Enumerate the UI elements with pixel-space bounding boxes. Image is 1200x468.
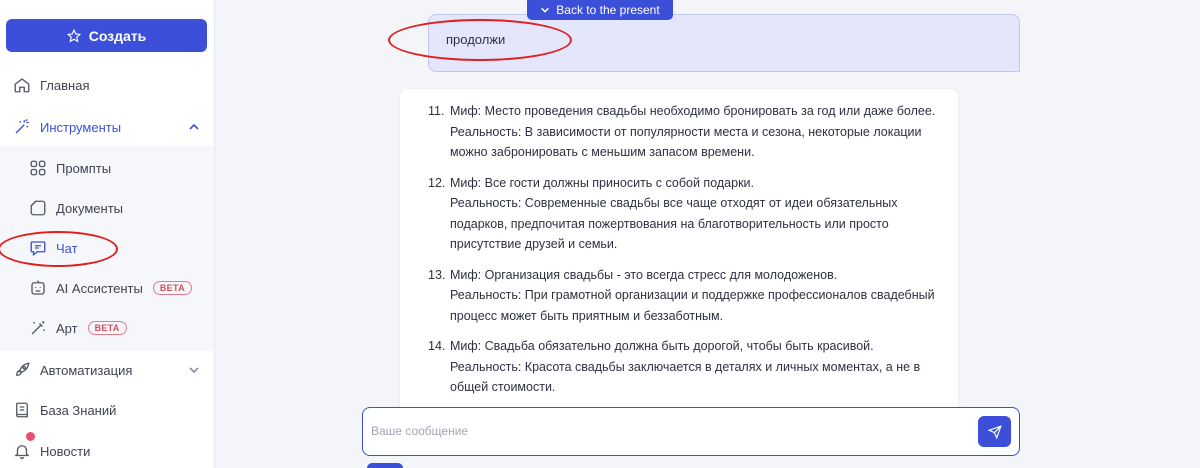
nav-label-automation: Автоматизация <box>40 362 133 378</box>
assistant-message: 11. Миф: Место проведения свадьбы необход… <box>400 89 958 419</box>
nav-item-prompts[interactable]: Промпты <box>0 151 214 185</box>
nav-item-documents[interactable]: Документы <box>0 191 214 225</box>
nav-item-tools[interactable]: Инструменты <box>0 110 214 144</box>
reality-text: Реальность: Современные свадьбы все чаще… <box>450 196 898 251</box>
nav-label-documents: Документы <box>56 200 124 216</box>
list-item: 12. Миф: Все гости должны приносить с соб… <box>428 173 948 255</box>
send-button[interactable] <box>978 416 1011 447</box>
toggle-switch[interactable] <box>367 463 403 468</box>
reality-text: Реальность: При грамотной организации и … <box>450 288 935 323</box>
chat-main: Back to the present продолжи 11. Миф: Мес… <box>215 0 1200 468</box>
send-icon <box>987 424 1002 439</box>
back-to-present-button[interactable]: Back to the present <box>527 0 673 20</box>
nav-label-news: Новости <box>40 443 91 459</box>
wand-icon <box>11 116 33 138</box>
nav-item-automation[interactable]: Автоматизация <box>0 353 214 387</box>
nav-item-knowledge-base[interactable]: База Знаний <box>0 393 214 427</box>
beta-badge: BETA <box>87 321 127 335</box>
message-composer <box>362 407 1020 456</box>
user-message-text: продолжи <box>446 32 506 47</box>
star-icon <box>66 28 81 42</box>
list-number: 12. <box>428 175 446 190</box>
nav-label-home: Главная <box>40 77 90 93</box>
nav-item-ai-assistants[interactable]: AI Ассистенты BETA <box>0 271 214 305</box>
nav-item-chat[interactable]: Чат <box>0 231 214 265</box>
chevron-down-icon <box>541 7 550 13</box>
grid-icon <box>27 157 49 179</box>
nav-label-knowledge-base: База Знаний <box>40 402 117 418</box>
myth-text: Миф: Место проведения свадьбы необходимо… <box>450 104 936 118</box>
nav-item-home[interactable]: Главная <box>0 68 214 102</box>
myth-text: Миф: Свадьба обязательно должна быть дор… <box>450 339 874 353</box>
nav-label-chat: Чат <box>56 240 78 256</box>
myth-text: Миф: Организация свадьбы - это всегда ст… <box>450 267 838 282</box>
list-number: 13. <box>428 267 446 282</box>
list-number: 11. <box>428 104 445 118</box>
assistant-list: 11. Миф: Место проведения свадьбы необход… <box>428 101 948 408</box>
nav-label-tools: Инструменты <box>40 119 122 135</box>
nav-item-art[interactable]: Арт BETA <box>0 311 214 345</box>
myth-text: Миф: Все гости должны приносить с собой … <box>450 175 754 190</box>
chat-icon <box>27 237 49 259</box>
bell-icon <box>11 440 33 462</box>
list-number: 14. <box>428 339 446 353</box>
list-item: 11. Миф: Место проведения свадьбы необход… <box>428 101 948 163</box>
rocket-icon <box>11 359 33 381</box>
nav-label-ai-assistants: AI Ассистенты <box>56 280 143 296</box>
magic-wand-icon <box>27 317 49 339</box>
reality-text: Реальность: В зависимости от популярност… <box>450 124 922 160</box>
document-icon <box>27 197 49 219</box>
robot-icon <box>27 277 49 299</box>
chevron-down-icon <box>189 367 199 374</box>
create-button[interactable]: Создать <box>6 19 207 52</box>
back-to-present-label: Back to the present <box>556 3 660 17</box>
beta-badge: BETA <box>152 281 192 295</box>
chevron-up-icon <box>189 123 199 130</box>
reality-text: Реальность: Красота свадьбы заключается … <box>450 359 921 395</box>
list-item: 13. Миф: Организация свадьбы - это всегда… <box>428 265 948 327</box>
sidebar: Создать Главная Инструменты Промпты Доку… <box>0 0 215 468</box>
nav-label-art: Арт <box>56 320 78 336</box>
list-item: 14. Миф: Свадьба обязательно должна быть … <box>428 336 948 398</box>
notification-dot <box>26 432 35 441</box>
book-icon <box>11 399 33 421</box>
nav-label-prompts: Промпты <box>56 160 112 176</box>
create-label: Создать <box>88 27 147 44</box>
message-input[interactable] <box>371 416 961 446</box>
user-message: продолжи <box>428 14 1020 72</box>
home-icon <box>11 74 33 96</box>
